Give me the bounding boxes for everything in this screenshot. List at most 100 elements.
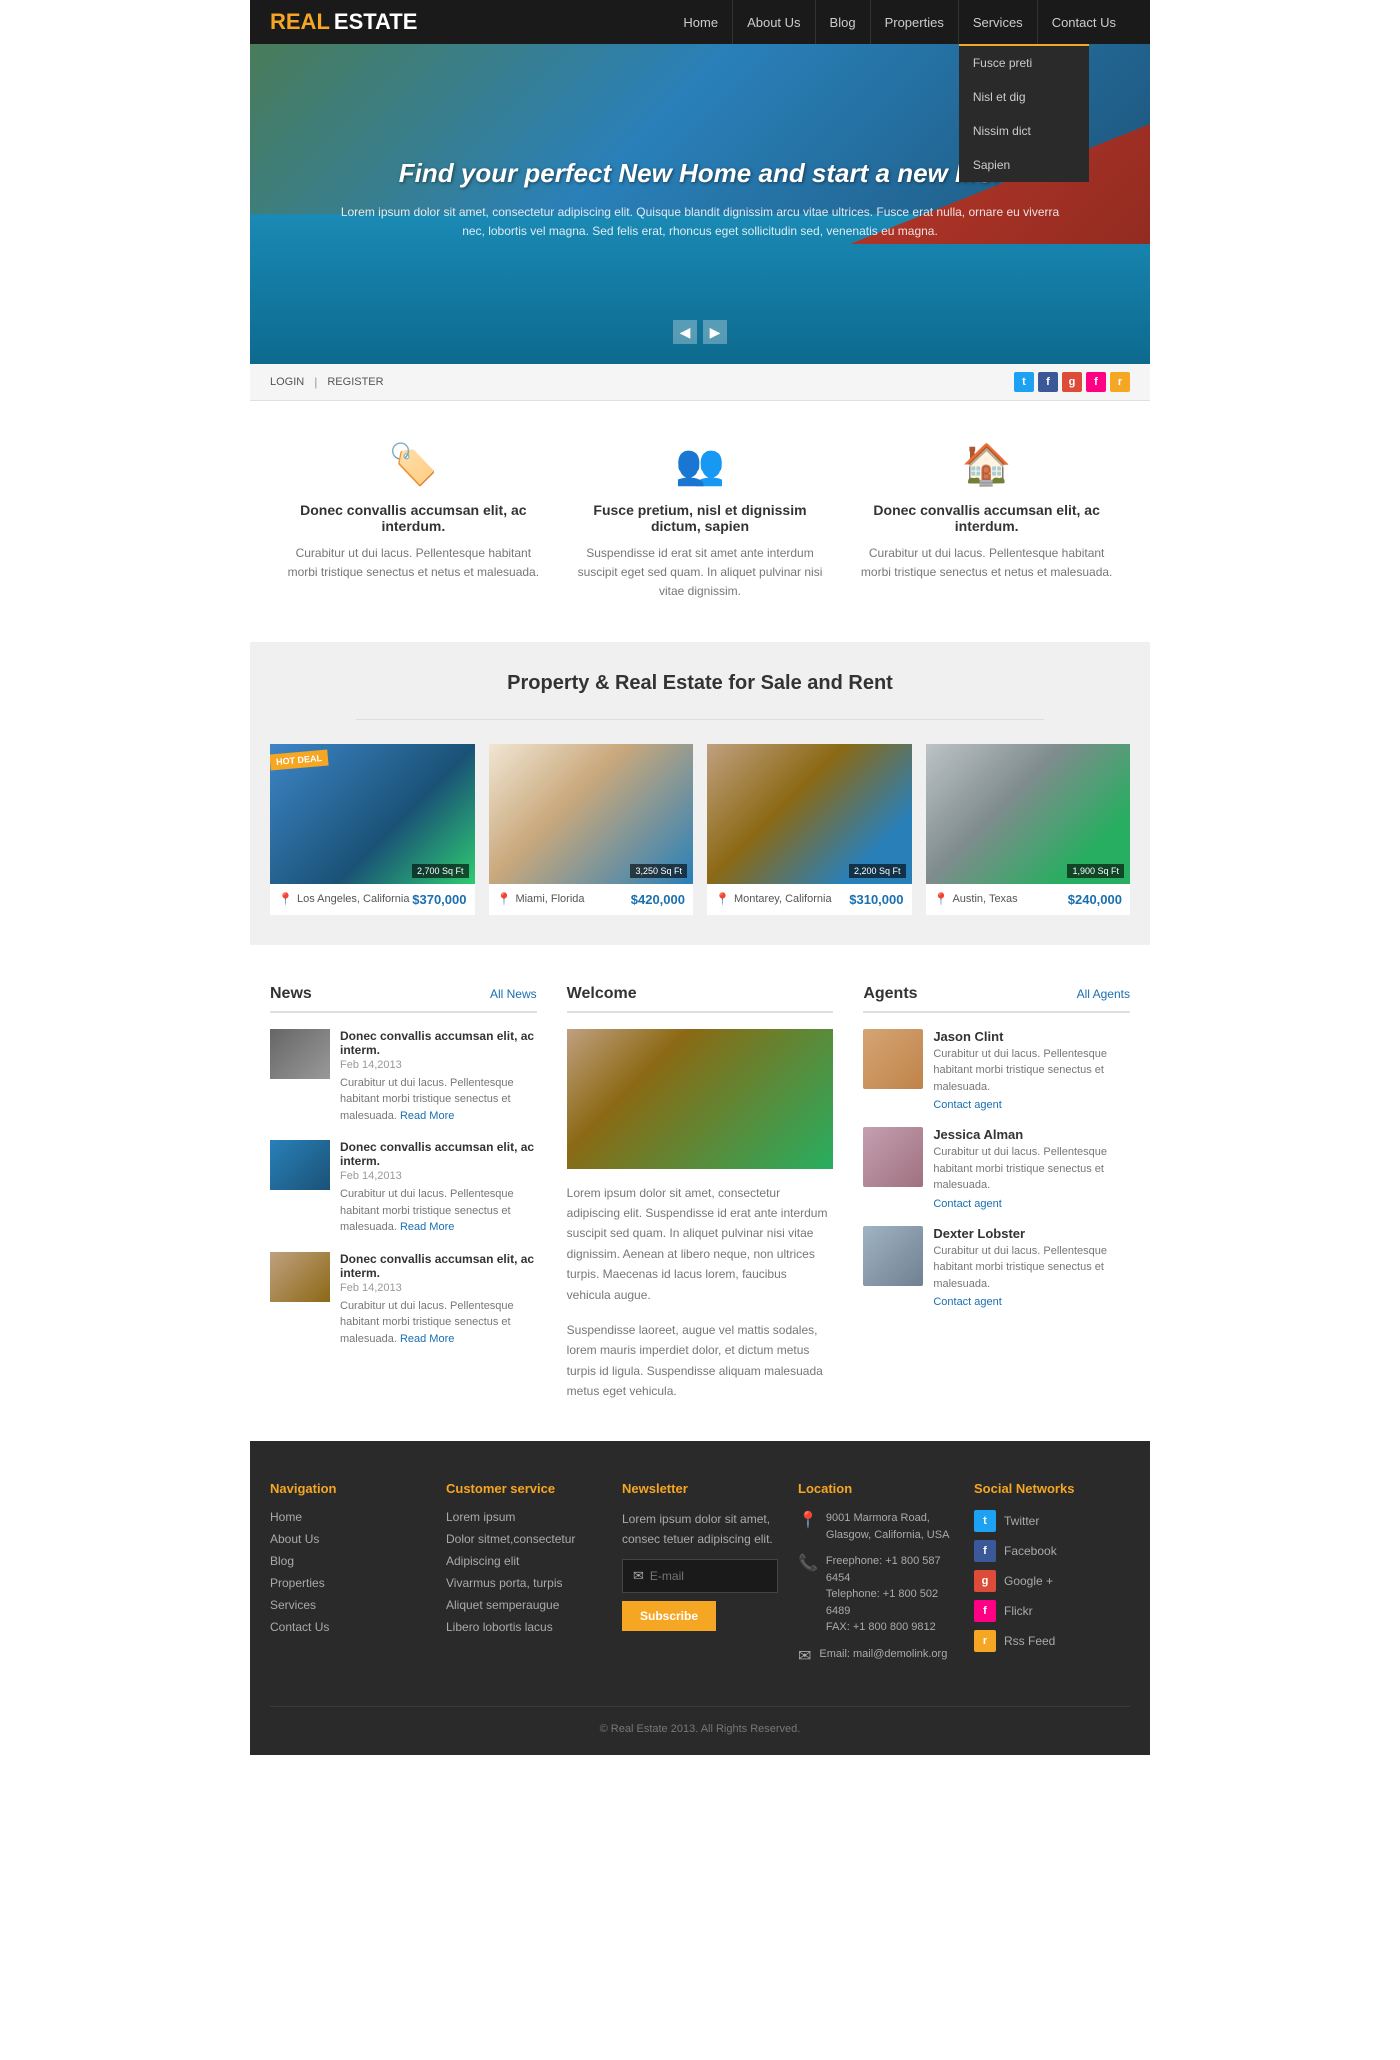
footer-loc-title: Location	[798, 1481, 954, 1496]
welcome-text-2: Suspendisse laoreet, augue vel mattis so…	[567, 1320, 834, 1402]
nav-services[interactable]: Services Fusce preti Nisl et dig Nissim …	[958, 0, 1037, 44]
rss-icon[interactable]: r	[1110, 372, 1130, 392]
nav-home[interactable]: Home	[669, 0, 732, 44]
social-icons-bar: t f g f r	[1014, 372, 1130, 392]
property-card-3[interactable]: 1,900 Sq Ft 📍 Austin, Texas $240,000	[926, 744, 1131, 915]
agents-header: Agents All Agents	[863, 985, 1130, 1013]
footer-copyright: © Real Estate 2013. All Rights Reserved.	[270, 1706, 1130, 1735]
agent-info-2: Dexter Lobster Curabitur ut dui lacus. P…	[933, 1226, 1130, 1309]
footer-nl-text: Lorem ipsum dolor sit amet, consec tetue…	[622, 1510, 778, 1548]
footer-twitter-icon[interactable]: t	[974, 1510, 996, 1532]
footer-flickr-icon[interactable]: f	[974, 1600, 996, 1622]
footer-cs-link-1[interactable]: Dolor sitmet,consectetur	[446, 1532, 602, 1546]
property-price-1: $420,000	[631, 892, 685, 907]
footer-nav-properties[interactable]: Properties	[270, 1576, 426, 1590]
footer-nav-blog[interactable]: Blog	[270, 1554, 426, 1568]
read-more-1[interactable]: Read More	[400, 1221, 454, 1233]
news-title-2: Donec convallis accumsan elit, ac interm…	[340, 1252, 537, 1280]
google-icon[interactable]: g	[1062, 372, 1082, 392]
footer-facebook-label[interactable]: Facebook	[1004, 1544, 1057, 1558]
footer-cs-link-3[interactable]: Vivarmus porta, turpis	[446, 1576, 602, 1590]
footer-twitter-label[interactable]: Twitter	[1004, 1514, 1039, 1528]
services-dropdown: Fusce preti Nisl et dig Nissim dict Sapi…	[959, 44, 1089, 182]
footer-nav-services[interactable]: Services	[270, 1598, 426, 1612]
footer-navigation: Navigation Home About Us Blog Properties…	[270, 1481, 426, 1676]
dropdown-item-0[interactable]: Fusce preti	[959, 46, 1089, 80]
contact-agent-1[interactable]: Contact agent	[933, 1198, 1130, 1210]
property-info-2: 📍 Montarey, California $310,000	[707, 884, 912, 915]
property-card-2[interactable]: 2,200 Sq Ft 📍 Montarey, California $310,…	[707, 744, 912, 915]
footer-telephone: Telephone: +1 800 502 6489	[826, 1586, 954, 1619]
properties-grid: HOT DEAL 2,700 Sq Ft 📍 Los Angeles, Cali…	[270, 744, 1130, 915]
footer-google-icon[interactable]: g	[974, 1570, 996, 1592]
feature-0-title: Donec convallis accumsan elit, ac interd…	[284, 502, 542, 534]
agent-name-2: Dexter Lobster	[933, 1226, 1130, 1241]
nav-about[interactable]: About Us	[732, 0, 814, 44]
property-location-text-0: Los Angeles, California	[297, 893, 410, 905]
all-news-link[interactable]: All News	[490, 987, 537, 1001]
all-agents-link[interactable]: All Agents	[1077, 987, 1130, 1001]
agent-info-1: Jessica Alman Curabitur ut dui lacus. Pe…	[933, 1127, 1130, 1210]
property-location-3: 📍 Austin, Texas	[934, 892, 1018, 906]
nav-contact[interactable]: Contact Us	[1037, 0, 1130, 44]
hero-text: Lorem ipsum dolor sit amet, consectetur …	[340, 203, 1060, 241]
footer-rss-label[interactable]: Rss Feed	[1004, 1634, 1055, 1648]
footer-cs-link-4[interactable]: Aliquet semperaugue	[446, 1598, 602, 1612]
contact-agent-0[interactable]: Contact agent	[933, 1099, 1130, 1111]
footer-cs-link-5[interactable]: Libero lobortis lacus	[446, 1620, 602, 1634]
agent-avatar-1	[863, 1127, 923, 1187]
social-row-rss: r Rss Feed	[974, 1630, 1130, 1652]
hero-prev-arrow[interactable]: ◀	[673, 320, 697, 344]
property-card-0[interactable]: HOT DEAL 2,700 Sq Ft 📍 Los Angeles, Cali…	[270, 744, 475, 915]
agent-item-2: Dexter Lobster Curabitur ut dui lacus. P…	[863, 1226, 1130, 1309]
footer-nav-contact[interactable]: Contact Us	[270, 1620, 426, 1634]
dropdown-item-1[interactable]: Nisl et dig	[959, 80, 1089, 114]
newsletter-email-input[interactable]	[650, 1569, 767, 1583]
footer-flickr-label[interactable]: Flickr	[1004, 1604, 1033, 1618]
agent-avatar-0	[863, 1029, 923, 1089]
phone-icon: 📞	[798, 1553, 818, 1636]
hero-next-arrow[interactable]: ▶	[703, 320, 727, 344]
footer-cs-title: Customer service	[446, 1481, 602, 1496]
footer-nav-home[interactable]: Home	[270, 1510, 426, 1524]
subscribe-button[interactable]: Subscribe	[622, 1601, 716, 1631]
welcome-label: Welcome	[567, 985, 637, 1003]
footer-customer-service: Customer service Lorem ipsum Dolor sitme…	[446, 1481, 602, 1676]
footer-facebook-icon[interactable]: f	[974, 1540, 996, 1562]
footer-cs-link-2[interactable]: Adipiscing elit	[446, 1554, 602, 1568]
dropdown-item-3[interactable]: Sapien	[959, 148, 1089, 182]
read-more-0[interactable]: Read More	[400, 1110, 454, 1122]
welcome-img-bg	[567, 1029, 834, 1169]
footer-nav-about[interactable]: About Us	[270, 1532, 426, 1546]
login-button[interactable]: LOGIN	[270, 376, 304, 388]
agent-avatar-bg-1	[863, 1127, 923, 1187]
footer-rss-icon[interactable]: r	[974, 1630, 996, 1652]
news-date-0: Feb 14,2013	[340, 1059, 537, 1071]
location-pin-icon-2: 📍	[715, 892, 730, 906]
location-pin-icon-3: 📍	[934, 892, 949, 906]
footer-cs-link-0[interactable]: Lorem ipsum	[446, 1510, 602, 1524]
agents-label: Agents	[863, 985, 917, 1003]
facebook-icon[interactable]: f	[1038, 372, 1058, 392]
contact-agent-2[interactable]: Contact agent	[933, 1296, 1130, 1308]
register-button[interactable]: REGISTER	[327, 376, 383, 388]
footer-address-text: 9001 Marmora Road, Glasgow, California, …	[826, 1510, 954, 1543]
read-more-2[interactable]: Read More	[400, 1333, 454, 1345]
property-card-1[interactable]: 3,250 Sq Ft 📍 Miami, Florida $420,000	[489, 744, 694, 915]
footer-google-label[interactable]: Google +	[1004, 1574, 1053, 1588]
flickr-icon[interactable]: f	[1086, 372, 1106, 392]
news-text-1: Curabitur ut dui lacus. Pellentesque hab…	[340, 1186, 537, 1236]
dropdown-item-2[interactable]: Nissim dict	[959, 114, 1089, 148]
agent-item-0: Jason Clint Curabitur ut dui lacus. Pell…	[863, 1029, 1130, 1112]
nav-blog[interactable]: Blog	[815, 0, 870, 44]
news-title-1: Donec convallis accumsan elit, ac interm…	[340, 1140, 537, 1168]
footer-nl-title: Newsletter	[622, 1481, 778, 1496]
twitter-icon[interactable]: t	[1014, 372, 1034, 392]
agent-info-0: Jason Clint Curabitur ut dui lacus. Pell…	[933, 1029, 1130, 1112]
feature-2-text: Curabitur ut dui lacus. Pellentesque hab…	[858, 544, 1116, 582]
news-thumb-2	[270, 1252, 330, 1302]
nav-properties[interactable]: Properties	[870, 0, 958, 44]
feature-1-icon: 👥	[571, 441, 829, 488]
login-bar: LOGIN | REGISTER t f g f r	[250, 364, 1150, 401]
property-location-text-1: Miami, Florida	[515, 893, 584, 905]
